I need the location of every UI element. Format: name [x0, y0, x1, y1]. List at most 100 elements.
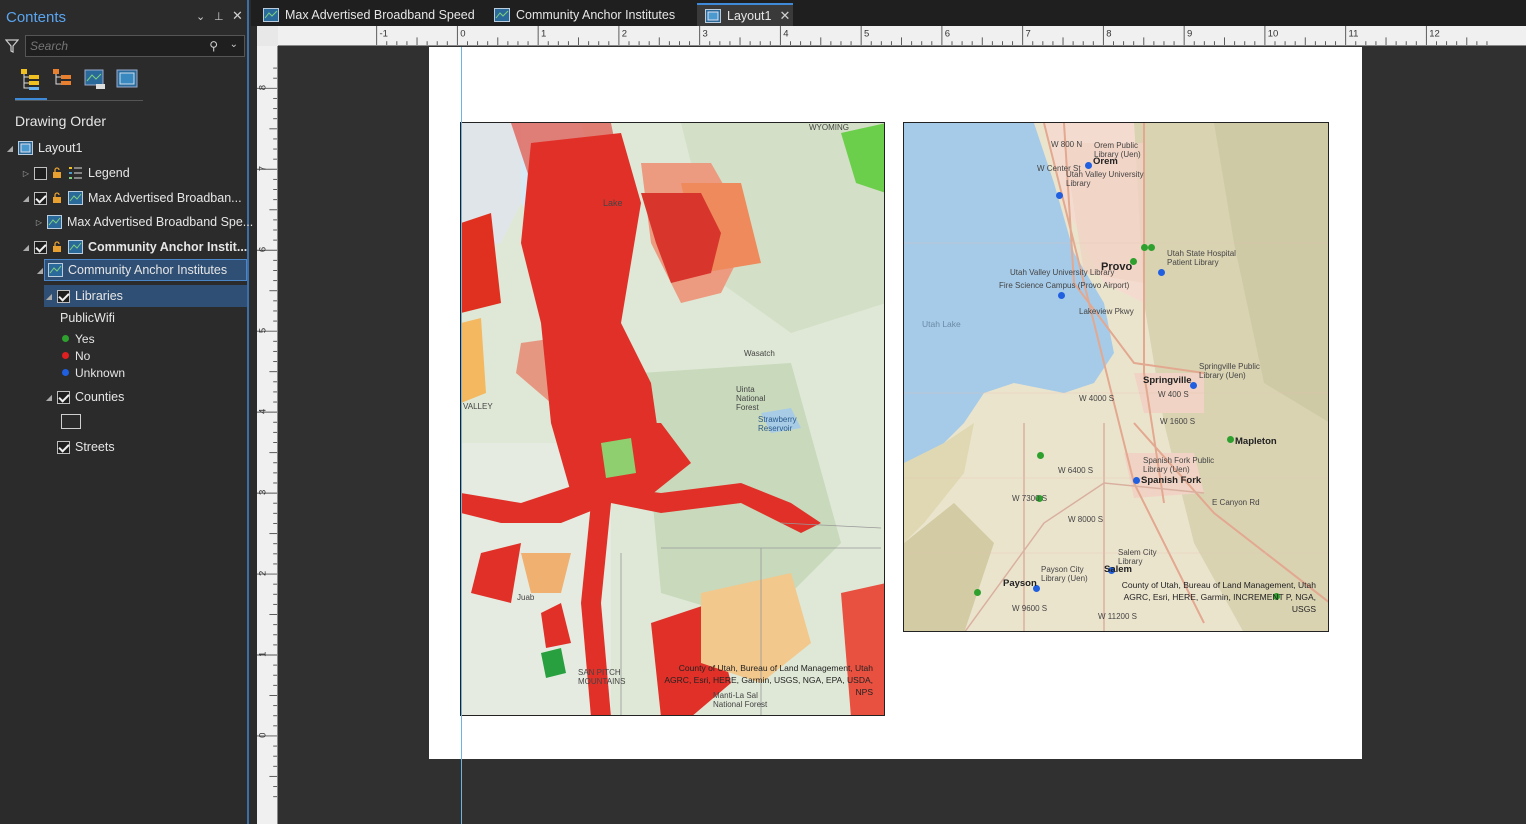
expand-icon[interactable]: ◢	[44, 292, 54, 301]
library-point[interactable]	[1141, 244, 1148, 251]
map-frame-icon	[68, 240, 83, 254]
close-icon[interactable]: ✕	[779, 8, 790, 24]
map-frame-broadband[interactable]: WYOMING Lake Wasatch Uinta National Fore…	[460, 122, 885, 716]
visibility-checkbox[interactable]	[34, 166, 47, 180]
tab-map-broadband[interactable]: Max Advertised Broadband Speed	[255, 3, 483, 26]
divider	[15, 100, 143, 101]
map-label: WYOMING	[809, 123, 849, 132]
tree-item-map-2[interactable]: ◢ Community Anchor Institutes	[37, 259, 247, 281]
library-point[interactable]	[1085, 162, 1092, 169]
expand-icon[interactable]: ▷	[34, 218, 44, 227]
map-label: Lake	[603, 198, 623, 208]
legend-symbol-yes[interactable]	[62, 335, 69, 342]
counties-symbol[interactable]	[61, 414, 81, 429]
ruler-label: 3	[258, 490, 269, 495]
map-icon	[47, 215, 62, 229]
search-field[interactable]: ⚲ ⌄	[25, 35, 245, 57]
library-label: Spanish Fork Public Library (Uen)	[1143, 456, 1215, 474]
map-credit: County of Utah, Bureau of Land Managemen…	[1121, 580, 1316, 614]
horizontal-ruler[interactable]: -1 0 1 2 3 4 5 6 7 8 9 10 11 12	[278, 26, 1526, 46]
close-icon[interactable]: ✕	[232, 8, 243, 24]
search-input[interactable]	[26, 36, 196, 56]
ruler-label: 5	[864, 28, 869, 39]
tab-layout[interactable]: Layout1 ✕	[697, 3, 793, 26]
library-label: Salem City Library	[1118, 548, 1157, 566]
visibility-checkbox[interactable]	[34, 240, 47, 254]
library-point[interactable]	[1056, 192, 1063, 199]
symbology-field: PublicWifi	[60, 311, 115, 325]
lock-icon[interactable]	[52, 192, 64, 204]
legend-symbol-no[interactable]	[62, 352, 69, 359]
tree-item-map-frame-1[interactable]: ◢ Max Advertised Broadban...	[21, 187, 242, 209]
expand-icon[interactable]: ◢	[5, 144, 15, 153]
library-point[interactable]	[1148, 244, 1155, 251]
chevron-down-icon[interactable]: ⌄	[230, 39, 238, 50]
layout-icon	[705, 8, 721, 23]
lock-icon[interactable]	[52, 241, 64, 253]
library-label: Springville Public Library (Uen)	[1199, 362, 1260, 380]
contents-pane: Contents ⌄ ⊥ ✕ ⚲ ⌄ Drawing Order ◢ Layou…	[0, 0, 253, 824]
tree-item-map-frame-2[interactable]: ◢ Community Anchor Instit...	[21, 236, 247, 258]
library-point[interactable]	[1227, 436, 1234, 443]
tree-item-counties[interactable]: ◢ Counties	[44, 386, 124, 408]
ruler-label: 7	[258, 166, 269, 171]
tree-item-libraries[interactable]: ◢ Libraries	[44, 285, 247, 307]
road-label: W 400 S	[1158, 390, 1189, 399]
library-point[interactable]	[1133, 477, 1140, 484]
ruler-label: 4	[783, 28, 788, 39]
city-label: Mapleton	[1235, 436, 1277, 447]
ruler-label: 10	[1268, 28, 1279, 39]
library-point[interactable]	[1058, 292, 1065, 299]
tree-label: Community Anchor Institutes	[68, 263, 228, 277]
visibility-checkbox[interactable]	[57, 390, 70, 404]
drawing-order-icon[interactable]	[18, 66, 44, 92]
data-source-icon[interactable]	[50, 66, 76, 92]
library-point[interactable]	[1037, 452, 1044, 459]
tree-item-layout[interactable]: ◢ Layout1	[5, 137, 82, 159]
search-icon[interactable]: ⚲	[209, 39, 218, 53]
road-label: W 800 N	[1051, 140, 1083, 149]
road-label: W 9600 S	[1012, 604, 1048, 613]
road-label: W Center St	[1037, 164, 1081, 173]
map-frame-icon	[68, 191, 83, 205]
expand-icon[interactable]: ◢	[35, 266, 45, 275]
ruler-label: 1	[258, 652, 269, 657]
map-frame-anchor-institutes[interactable]: Orem Provo Springville Mapleton Spanish …	[903, 122, 1329, 632]
lock-icon[interactable]	[52, 167, 64, 179]
visibility-checkbox[interactable]	[57, 440, 70, 454]
library-label: Fire Science Campus (Provo Airport)	[999, 281, 1130, 290]
library-label: Orem Public Library (Uen)	[1094, 141, 1141, 159]
tree-label: Streets	[75, 440, 115, 454]
editing-icon[interactable]	[114, 66, 140, 92]
pane-title: Contents	[6, 9, 67, 26]
layout-guide[interactable]	[461, 47, 462, 824]
tree-label: Community Anchor Instit...	[88, 240, 248, 254]
tree-item-streets[interactable]: Streets	[57, 436, 115, 458]
tree-item-legend[interactable]: ▷ Legend	[21, 162, 130, 184]
expand-icon[interactable]: ◢	[21, 243, 31, 252]
drawing-order-label: Drawing Order	[15, 113, 107, 129]
tab-bar: Max Advertised Broadband Speed Community…	[251, 0, 1526, 26]
vertical-ruler[interactable]: 8 7 6 5 4 3 2 1 0	[257, 46, 278, 824]
visibility-checkbox[interactable]	[57, 289, 70, 303]
legend-symbol-unknown[interactable]	[62, 369, 69, 376]
map-label: Wasatch	[744, 349, 775, 358]
selection-icon[interactable]	[82, 66, 108, 92]
pin-icon[interactable]: ⊥	[214, 10, 224, 23]
expand-icon[interactable]: ▷	[21, 169, 31, 178]
map-label: Uinta National Forest	[736, 385, 766, 412]
expand-icon[interactable]: ◢	[21, 194, 31, 203]
road-label: E Canyon Rd	[1212, 498, 1260, 507]
ruler-label: 2	[258, 571, 269, 576]
library-point[interactable]	[974, 589, 981, 596]
map-label: SAN PITCH MOUNTAINS	[578, 668, 626, 686]
tree-item-map-1[interactable]: ▷ Max Advertised Broadband Spe...	[34, 211, 253, 233]
expand-icon[interactable]: ◢	[44, 393, 54, 402]
tab-map-anchor[interactable]: Community Anchor Institutes	[486, 3, 691, 26]
library-point[interactable]	[1158, 269, 1165, 276]
pane-menu-icon[interactable]: ⌄	[196, 10, 205, 23]
filter-icon[interactable]	[5, 39, 19, 53]
visibility-checkbox[interactable]	[34, 191, 47, 205]
broadband-map	[461, 123, 884, 715]
road-label: W 6400 S	[1058, 466, 1094, 475]
